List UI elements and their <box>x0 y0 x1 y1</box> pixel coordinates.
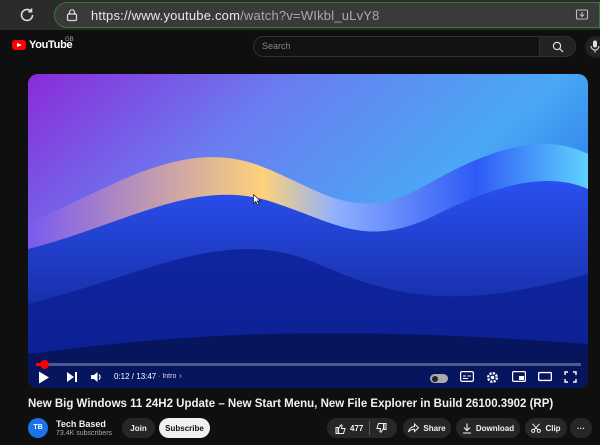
clip-label: Clip <box>545 423 561 433</box>
reload-icon[interactable] <box>18 6 36 24</box>
like-button[interactable]: 477 <box>335 423 363 434</box>
clip-button[interactable]: Clip <box>525 418 567 438</box>
video-title: New Big Windows 11 24H2 Update – New Sta… <box>28 398 554 410</box>
download-button[interactable]: Download <box>456 418 520 438</box>
thumbs-up-icon <box>335 423 346 434</box>
time-display: 0:12 / 13:47 <box>114 372 157 381</box>
browser-toolbar: https://www.youtube.com/watch?v=WIkbl_uL… <box>0 0 600 30</box>
address-url: https://www.youtube.com/watch?v=WIkbl_uL… <box>91 8 380 23</box>
voice-search-button[interactable] <box>585 36 600 58</box>
youtube-play-logo-icon <box>12 40 26 50</box>
theater-mode-icon[interactable] <box>538 371 552 382</box>
video-player[interactable]: 0:12 / 13:47 · Intro › <box>28 74 588 388</box>
search-input[interactable]: Search <box>253 36 540 57</box>
youtube-header: YouTube GB Search <box>0 30 600 63</box>
chapter-title[interactable]: · Intro › <box>158 373 182 380</box>
search-icon <box>552 41 564 53</box>
like-count: 477 <box>350 423 364 433</box>
search-button[interactable] <box>540 36 576 57</box>
youtube-logo[interactable]: YouTube <box>12 39 73 51</box>
thumbs-down-icon[interactable] <box>376 423 387 434</box>
player-controls: 0:12 / 13:47 · Intro › <box>28 369 588 388</box>
microphone-icon <box>590 40 600 53</box>
fullscreen-icon[interactable] <box>564 371 577 383</box>
progress-bar[interactable] <box>36 360 581 369</box>
autoplay-toggle[interactable] <box>430 374 448 383</box>
download-icon <box>462 423 471 434</box>
next-icon[interactable] <box>66 371 78 383</box>
share-icon <box>408 423 420 433</box>
like-divider <box>369 421 370 435</box>
settings-gear-icon[interactable] <box>486 371 499 384</box>
subscribe-button[interactable]: Subscribe <box>159 418 210 438</box>
volume-icon[interactable] <box>90 371 103 383</box>
play-icon[interactable] <box>38 371 50 384</box>
search-placeholder: Search <box>262 41 291 51</box>
join-button[interactable]: Join <box>122 418 155 438</box>
video-frame-wave-artwork <box>28 74 588 388</box>
download-label: Download <box>475 423 515 433</box>
address-bar[interactable]: https://www.youtube.com/watch?v=WIkbl_uL… <box>54 2 600 28</box>
share-button[interactable]: Share <box>403 418 451 438</box>
subscriber-count: 73.4K subscribers <box>56 430 113 437</box>
more-actions-button[interactable]: ··· <box>570 418 592 438</box>
channel-avatar[interactable]: TB <box>28 418 48 438</box>
progress-scrubber[interactable] <box>39 360 49 369</box>
scissors-icon <box>531 423 542 433</box>
miniplayer-icon[interactable] <box>512 371 526 382</box>
mouse-cursor-icon <box>253 194 261 206</box>
lock-icon[interactable] <box>65 8 79 22</box>
subtitles-icon[interactable] <box>460 371 474 382</box>
install-app-icon[interactable] <box>575 8 589 22</box>
region-code: GB <box>65 37 74 43</box>
share-label: Share <box>423 423 446 433</box>
channel-name[interactable]: Tech Based <box>56 419 106 429</box>
